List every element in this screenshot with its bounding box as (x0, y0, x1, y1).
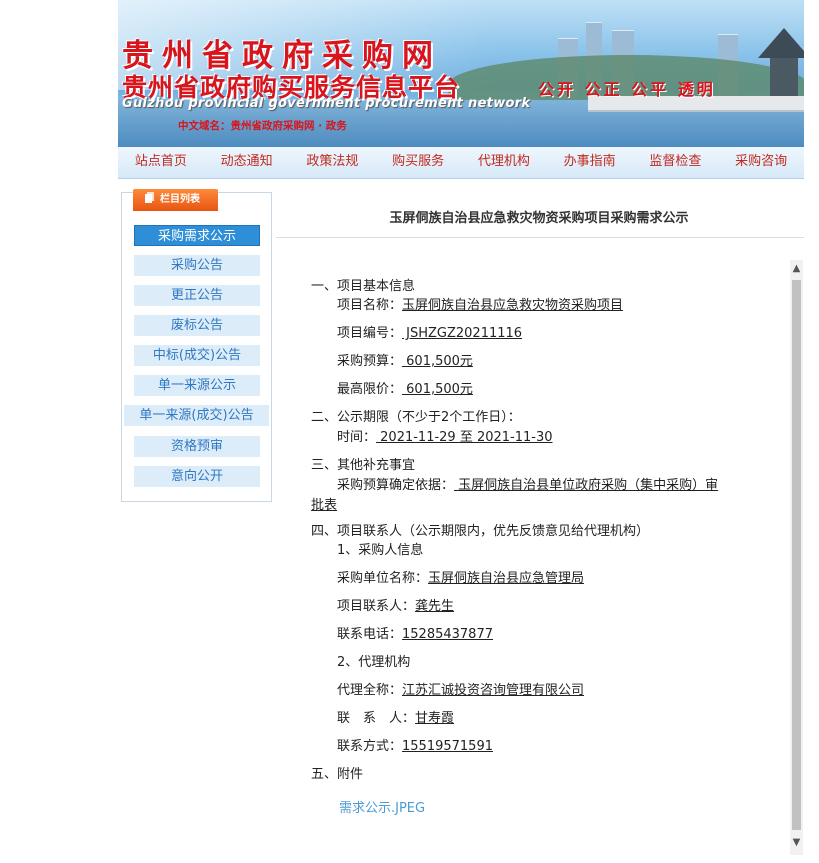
sidebar-item-void-notice[interactable]: 废标公告 (134, 315, 260, 336)
site-title-en: Guizhou provincial government procuremen… (122, 96, 531, 111)
buyer-phone-row: 联系电话：15285437877 (337, 626, 493, 644)
scroll-up-arrow-icon[interactable]: ▲ (790, 262, 803, 276)
sidebar-caption-label: 栏目列表 (160, 194, 200, 205)
budget-basis-continued: 批表 (311, 497, 337, 515)
buyer-unit-row: 采购单位名称：玉屏侗族自治县应急管理局 (337, 570, 584, 588)
section-2-heading: 二、公示期限（不少于2个工作日）： (311, 410, 521, 425)
nav-agencies[interactable]: 代理机构 (461, 147, 547, 178)
page-title: 玉屏侗族自治县应急救灾物资采购项目采购需求公示 (389, 211, 689, 226)
agent-phone-value: 15519571591 (402, 739, 493, 754)
sidebar-item-procurement-notice[interactable]: 采购公告 (134, 255, 260, 276)
agent-contact-label: 联 系 人： (337, 711, 416, 726)
slogan: 公开 公正 公平 透明 (538, 80, 716, 99)
buyer-contact-row: 项目联系人：龚先生 (337, 598, 454, 616)
project-code-row: 项目编号： JSHZGZ20211116 (337, 325, 522, 343)
budget-row: 采购预算： 601,500元 (337, 353, 473, 371)
project-code-label: 项目编号： (337, 326, 403, 341)
agent-name-row: 代理全称：江苏汇诚投资咨询管理有限公司 (337, 682, 584, 700)
scrollbar-thumb[interactable] (792, 280, 801, 830)
vertical-scrollbar[interactable]: ▲ ▼ (790, 260, 803, 855)
sidebar-item-single-source-award[interactable]: 单一来源(成交)公告 (124, 405, 269, 426)
nav-home[interactable]: 站点首页 (118, 147, 204, 178)
agent-contact-value: 甘寿霞 (415, 711, 455, 726)
agent-phone-label: 联系方式： (337, 739, 403, 754)
sidebar-item-correction-notice[interactable]: 更正公告 (134, 285, 260, 306)
sidebar-item-prequalification[interactable]: 资格预审 (134, 436, 260, 457)
section-3-heading: 三、其他补充事宜 (311, 458, 416, 473)
max-price-row: 最高限价： 601,500元 (337, 381, 473, 399)
period-label: 时间： (337, 430, 377, 445)
buyer-contact-label: 项目联系人： (337, 599, 416, 614)
section-4-heading: 四、项目联系人（公示期限内，优先反馈意见给代理机构） (311, 524, 650, 539)
sidebar-item-intention[interactable]: 意向公开 (134, 466, 260, 487)
pagoda-roof (758, 28, 804, 58)
sidebar: 栏目列表 采购需求公示 采购公告 更正公告 废标公告 中标(成交)公告 单一来源… (121, 189, 272, 502)
agent-contact-row: 联 系 人：甘寿霞 (337, 710, 454, 728)
pagoda-body (770, 58, 798, 96)
nav-guide[interactable]: 办事指南 (547, 147, 633, 178)
scroll-down-arrow-icon[interactable]: ▼ (790, 836, 803, 850)
nav-notices[interactable]: 动态通知 (204, 147, 290, 178)
budget-basis-value-cont: 批表 (311, 498, 338, 513)
period-row: 时间： 2021-11-29 至 2021-11-30 (337, 429, 553, 447)
domain-line: 中文域名：贵州省政府采购网 · 政务 (178, 120, 347, 132)
document-icon (145, 194, 152, 203)
sidebar-caption: 栏目列表 (133, 189, 218, 211)
agent-heading: 2、代理机构 (337, 655, 411, 670)
project-name-value: 玉屏侗族自治县应急救灾物资采购项目 (402, 298, 624, 313)
budget-basis-value: 玉屏侗族自治县单位政府采购（集中采购）审 (454, 478, 719, 493)
agent-name-label: 代理全称： (337, 683, 403, 698)
attachment-link[interactable]: 需求公示.JPEG (339, 797, 425, 816)
title-divider (276, 237, 804, 238)
buyer-phone-label: 联系电话： (337, 627, 403, 642)
main-nav: 站点首页 动态通知 政策法规 购买服务 代理机构 办事指南 监督检查 采购咨询 (118, 147, 804, 179)
max-price-value: 601,500元 (402, 382, 473, 397)
period-value: 2021-11-29 至 2021-11-30 (376, 430, 553, 445)
buyer-unit-value: 玉屏侗族自治县应急管理局 (428, 571, 585, 586)
max-price-label: 最高限价： (337, 382, 403, 397)
nav-consult[interactable]: 采购咨询 (718, 147, 804, 178)
budget-basis-row: 采购预算确定依据： 玉屏侗族自治县单位政府采购（集中采购）审 (337, 477, 718, 495)
buyer-unit-label: 采购单位名称： (337, 571, 429, 586)
budget-basis-label: 采购预算确定依据： (337, 478, 455, 493)
project-name-label: 项目名称： (337, 298, 403, 313)
buyer-heading: 1、采购人信息 (337, 543, 424, 558)
content-panel: 玉屏侗族自治县应急救灾物资采购项目采购需求公示 一、项目基本信息 项目名称：玉屏… (276, 192, 804, 863)
project-name-row: 项目名称：玉屏侗族自治县应急救灾物资采购项目 (337, 297, 623, 315)
header-banner: 贵州省政府采购网 贵州省政府购买服务信息平台 Guizhou provincia… (118, 0, 804, 147)
nav-supervision[interactable]: 监督检查 (633, 147, 719, 178)
budget-value: 601,500元 (402, 354, 473, 369)
section-5-heading: 五、附件 (311, 767, 364, 782)
sidebar-item-award-notice[interactable]: 中标(成交)公告 (134, 345, 260, 366)
section-1-heading: 一、项目基本信息 (311, 279, 416, 294)
agent-name-value: 江苏汇诚投资咨询管理有限公司 (402, 683, 585, 698)
buyer-phone-value: 15285437877 (402, 627, 493, 642)
sidebar-item-demand-notice[interactable]: 采购需求公示 (134, 225, 260, 246)
nav-policies[interactable]: 政策法规 (290, 147, 376, 178)
nav-purchase-services[interactable]: 购买服务 (375, 147, 461, 178)
budget-label: 采购预算： (337, 354, 403, 369)
agent-phone-row: 联系方式：15519571591 (337, 738, 493, 756)
buyer-contact-value: 龚先生 (415, 599, 455, 614)
project-code-value: JSHZGZ20211116 (402, 326, 523, 341)
sidebar-item-single-source[interactable]: 单一来源公示 (134, 375, 260, 396)
